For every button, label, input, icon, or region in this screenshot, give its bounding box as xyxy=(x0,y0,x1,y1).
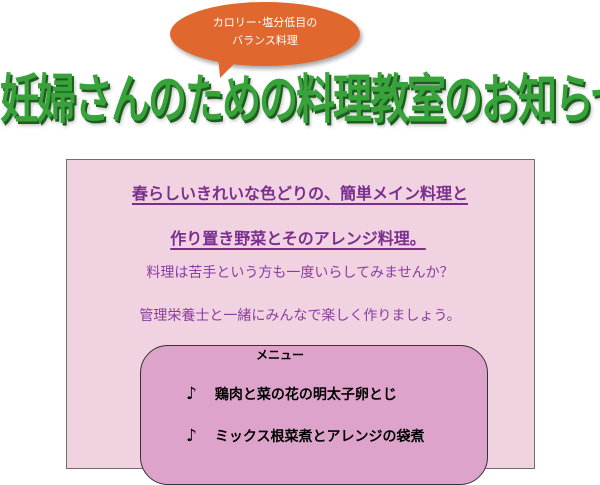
menu-item: ♪ ミックス根菜煮とアレンジの袋煮 xyxy=(186,426,424,446)
page-title: 妊婦さんのための料理教室のお知らせ xyxy=(0,70,600,131)
menu-item: ♪ 鶏肉と菜の花の明太子卵とじ xyxy=(186,384,397,404)
menu-item-label: ミックス根菜煮とアレンジの袋煮 xyxy=(214,429,425,445)
menu-item-label: 鶏肉と菜の花の明太子卵とじ xyxy=(214,387,397,403)
speech-bubble-text: カロリー･塩分低目の バランス料理 xyxy=(170,14,360,50)
intro-line-4: 管理栄養士と一緒にみんなで楽しく作りましょう。 xyxy=(139,308,461,324)
music-note-icon: ♪ xyxy=(186,384,197,404)
menu-box xyxy=(140,345,488,485)
menu-title: メニュー xyxy=(255,348,304,362)
intro-line-3: 料理は苦手という方も一度いらしてみませんか？ xyxy=(146,265,454,281)
intro-line-2: 作り置き野菜とそのアレンジ料理。 xyxy=(170,229,426,248)
music-note-icon: ♪ xyxy=(186,426,197,446)
intro-line-1: 春らしいきれいな色どりの、簡単メイン料理と xyxy=(131,184,468,203)
bubble-line-2: バランス料理 xyxy=(232,34,298,47)
bubble-line-1: カロリー･塩分低目の xyxy=(212,16,318,29)
